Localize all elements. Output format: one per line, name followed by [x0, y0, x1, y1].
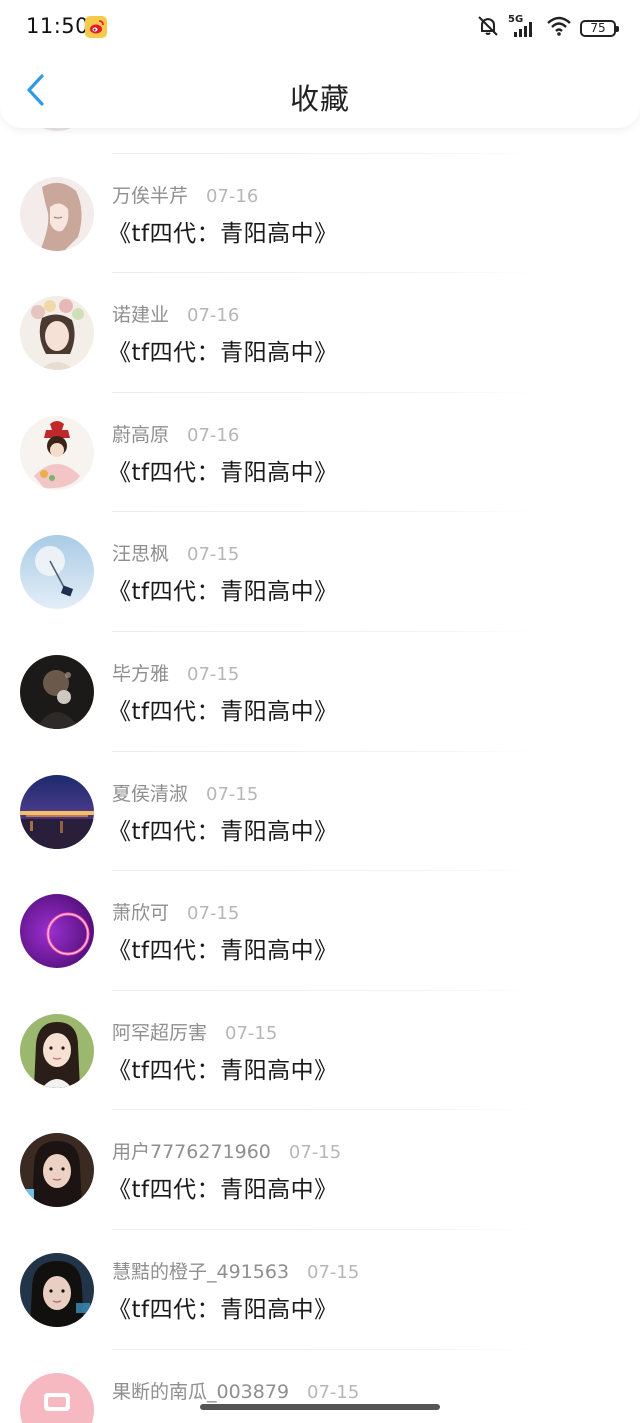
- status-time: 11:50: [26, 14, 90, 38]
- collection-list: 万俟半芹 07-16 《tf四代：青阳高中》 诺建业 07-16 《tf四代：青…: [0, 34, 640, 1423]
- item-date: 07-15: [187, 663, 240, 685]
- avatar: [20, 1013, 94, 1088]
- book-title: 《tf四代：青阳高中》: [108, 1057, 338, 1084]
- wifi-icon: [546, 15, 572, 41]
- item-meta: 果断的南瓜_003879 07-15: [112, 1377, 359, 1404]
- avatar: [20, 1133, 94, 1208]
- avatar: [20, 774, 94, 849]
- book-title: 《tf四代：青阳高中》: [108, 340, 338, 367]
- list-item[interactable]: 阿罕超厉害 07-15 《tf四代：青阳高中》: [0, 991, 640, 1111]
- page-title: 收藏: [289, 82, 350, 116]
- author-name: 毕方雅: [112, 662, 170, 685]
- screen: 11:50 5G 75 收藏 万俟半芹 07-16 《tf四代：青阳高中》 诺建…: [0, 0, 640, 1423]
- book-title: 《tf四代：青阳高中》: [108, 1296, 338, 1323]
- avatar: [20, 415, 94, 490]
- book-title: 《tf四代：青阳高中》: [108, 1177, 338, 1204]
- author-name: 汪思枫: [112, 543, 170, 566]
- battery-icon: 75: [580, 19, 619, 37]
- item-meta: 夏侯清淑 07-15: [112, 779, 258, 806]
- author-name: 慧黠的橙子_491563: [112, 1260, 290, 1283]
- item-meta: 万俟半芹 07-16: [112, 181, 258, 208]
- book-title: 《tf四代：青阳高中》: [108, 220, 338, 247]
- avatar: [20, 176, 94, 251]
- item-date: 07-15: [206, 783, 259, 805]
- home-indicator[interactable]: [200, 1404, 440, 1410]
- header: 收藏: [0, 56, 640, 128]
- avatar: [20, 535, 94, 610]
- book-title: 《tf四代：青阳高中》: [108, 818, 338, 845]
- book-title: 《tf四代：青阳高中》: [108, 698, 338, 725]
- list-item[interactable]: 万俟半芹 07-16 《tf四代：青阳高中》: [0, 154, 640, 274]
- item-meta: 蔚高原 07-16: [112, 420, 239, 447]
- item-date: 07-15: [225, 1022, 278, 1044]
- item-meta: 慧黠的橙子_491563 07-15: [112, 1257, 359, 1284]
- list-item[interactable]: 慧黠的橙子_491563 07-15 《tf四代：青阳高中》: [0, 1230, 640, 1350]
- item-meta: 汪思枫 07-15: [112, 539, 239, 566]
- avatar: [20, 1372, 94, 1423]
- list-item[interactable]: 汪思枫 07-15 《tf四代：青阳高中》: [0, 512, 640, 632]
- item-date: 07-16: [206, 185, 259, 207]
- book-title: 《tf四代：青阳高中》: [108, 938, 338, 965]
- author-name: 诺建业: [112, 304, 170, 327]
- author-name: 果断的南瓜_003879: [112, 1380, 290, 1403]
- item-meta: 萧欣可 07-15: [112, 898, 239, 925]
- item-meta: 诺建业 07-16: [112, 300, 239, 327]
- avatar: [20, 1252, 94, 1327]
- item-date: 07-15: [187, 903, 240, 925]
- list-item[interactable]: 蔚高原 07-16 《tf四代：青阳高中》: [0, 393, 640, 513]
- list-item[interactable]: 用户7776271960 07-15 《tf四代：青阳高中》: [0, 1110, 640, 1230]
- author-name: 萧欣可: [112, 902, 170, 925]
- author-name: 万俟半芹: [112, 184, 189, 207]
- avatar: [20, 654, 94, 729]
- status-bar: 11:50 5G 75: [0, 0, 640, 56]
- item-date: 07-16: [187, 305, 240, 327]
- item-date: 07-15: [288, 1142, 342, 1164]
- signal-icon: 5G: [508, 14, 538, 40]
- author-name: 阿罕超厉害: [112, 1021, 208, 1044]
- book-title: 《tf四代：青阳高中》: [108, 579, 338, 606]
- book-title: 《tf四代：青阳高中》: [108, 459, 338, 486]
- mute-icon: [476, 14, 500, 42]
- list-item[interactable]: 果断的南瓜_003879 07-15: [0, 1350, 640, 1423]
- avatar: [20, 894, 94, 969]
- list-item[interactable]: 诺建业 07-16 《tf四代：青阳高中》: [0, 273, 640, 393]
- item-date: 07-16: [187, 424, 240, 446]
- item-meta: 阿罕超厉害 07-15: [112, 1018, 277, 1045]
- weibo-app-icon: [85, 16, 107, 38]
- item-date: 07-15: [307, 1381, 360, 1403]
- status-icons: 5G 75: [476, 14, 619, 42]
- avatar: [20, 296, 94, 371]
- item-meta: 毕方雅 07-15: [112, 659, 239, 686]
- author-name: 蔚高原: [112, 423, 170, 446]
- list-item[interactable]: 萧欣可 07-15 《tf四代：青阳高中》: [0, 871, 640, 991]
- list-item[interactable]: 毕方雅 07-15 《tf四代：青阳高中》: [0, 632, 640, 752]
- author-name: 夏侯清淑: [112, 782, 189, 805]
- item-date: 07-15: [187, 544, 240, 566]
- list-item[interactable]: 夏侯清淑 07-15 《tf四代：青阳高中》: [0, 752, 640, 872]
- item-meta: 用户7776271960 07-15: [112, 1137, 341, 1164]
- item-date: 07-15: [307, 1261, 360, 1283]
- author-name: 用户7776271960: [112, 1141, 271, 1164]
